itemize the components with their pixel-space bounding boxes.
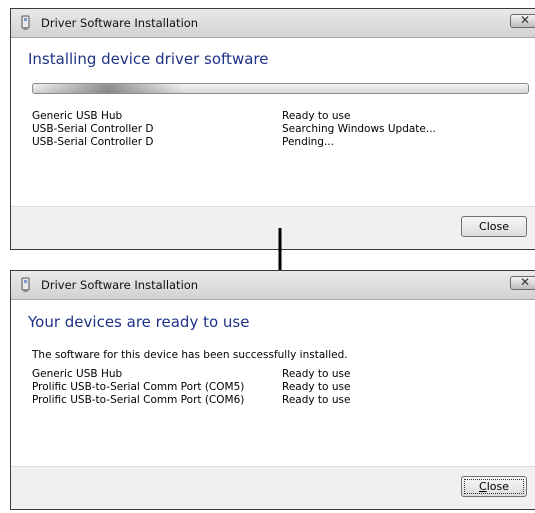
close-icon[interactable]: ✕ [510,13,535,28]
page-heading: Your devices are ready to use [28,313,250,331]
device-row: Prolific USB-to-Serial Comm Port (COM5) … [32,381,522,394]
device-name: Generic USB Hub [32,110,123,122]
device-row: USB-Serial Controller D Searching Window… [32,123,522,136]
device-name: USB-Serial Controller D [32,123,154,135]
device-row: USB-Serial Controller D Pending... [32,136,522,149]
device-status: Ready to use [282,394,351,406]
driver-install-window-progress: Driver Software Installation ✕ Installin… [10,8,535,250]
device-status: Pending... [282,136,334,148]
close-button-label: lose [486,480,509,493]
device-status: Ready to use [282,110,351,122]
device-status: Ready to use [282,368,351,380]
driver-install-window-complete: Driver Software Installation ✕ Your devi… [10,270,535,510]
close-button-mnemonic: C [479,480,487,493]
device-status: Ready to use [282,381,351,393]
device-list: Generic USB Hub Ready to use USB-Serial … [32,110,522,149]
title-bar[interactable]: Driver Software Installation ✕ [11,9,535,38]
device-row: Generic USB Hub Ready to use [32,110,522,123]
window-title: Driver Software Installation [41,278,199,292]
window-title: Driver Software Installation [41,16,199,30]
success-message: The software for this device has been su… [32,349,348,361]
installation-progress-bar [32,83,529,94]
usb-device-icon [21,15,30,30]
title-bar[interactable]: Driver Software Installation ✕ [11,271,535,300]
device-list: Generic USB Hub Ready to use Prolific US… [32,368,522,407]
usb-device-icon [21,277,30,292]
progress-marquee [33,84,183,93]
close-icon[interactable]: ✕ [510,275,535,290]
device-name: USB-Serial Controller D [32,136,154,148]
close-button[interactable]: Close [461,476,527,497]
page-heading: Installing device driver software [28,50,269,68]
device-status: Searching Windows Update... [282,123,436,135]
device-name: Prolific USB-to-Serial Comm Port (COM5) [32,381,245,393]
device-row: Generic USB Hub Ready to use [32,368,522,381]
close-button[interactable]: Close [461,216,527,237]
device-name: Prolific USB-to-Serial Comm Port (COM6) [32,394,245,406]
device-row: Prolific USB-to-Serial Comm Port (COM6) … [32,394,522,407]
dialog-footer: Close [11,466,535,509]
device-name: Generic USB Hub [32,368,123,380]
